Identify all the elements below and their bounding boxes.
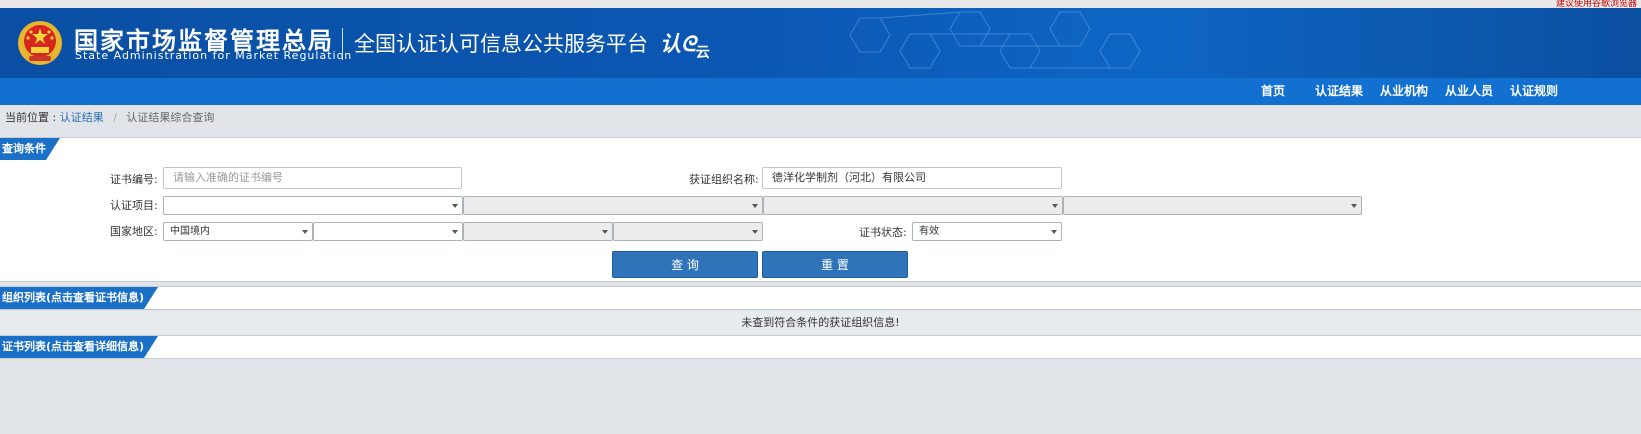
cert-no-placeholder: 请输入准确的证书编号 (173, 171, 283, 184)
nav-item-cert-results[interactable]: 认证结果 (1315, 78, 1363, 105)
logo-swirl-icon: ᘓ (681, 32, 696, 56)
region-select-1[interactable]: 中国境内 (163, 222, 313, 241)
query-form: 证书编号: 请输入准确的证书编号 获证组织名称: 德洋化学制剂（河北）有限公司 … (0, 160, 1641, 282)
logo-text: 认 (660, 32, 681, 56)
org-name-value: 德洋化学制剂（河北）有限公司 (772, 171, 926, 184)
logo-small-text: 云 (695, 45, 710, 61)
chevron-down-icon (752, 204, 758, 208)
nav-item-home[interactable]: 首页 (1261, 78, 1285, 105)
chevron-down-icon (602, 230, 608, 234)
platform-logo: 认ᘓ云 (660, 28, 710, 61)
cert-no-label: 证书编号: (110, 173, 158, 186)
project-select-1[interactable] (163, 196, 463, 215)
region-select-3[interactable] (463, 222, 613, 241)
nav-item-rules[interactable]: 认证规则 (1510, 78, 1558, 105)
region-select-4[interactable] (613, 222, 763, 241)
org-name-label: 获证组织名称: (689, 173, 759, 186)
national-emblem-icon (18, 21, 62, 65)
breadcrumb: 当前位置 : 认证结果 / 认证结果综合查询 (5, 105, 214, 131)
status-select[interactable]: 有效 (912, 222, 1062, 241)
status-select-value: 有效 (919, 226, 939, 237)
region-select-1-value: 中国境内 (170, 226, 210, 237)
agency-title-en: State Administration for Market Regulati… (75, 49, 353, 62)
search-button[interactable]: 查 询 (612, 251, 758, 278)
breadcrumb-link-cert-results[interactable]: 认证结果 (60, 111, 104, 124)
org-list-section-header: 组织列表(点击查看证书信息) (0, 286, 1641, 310)
chevron-down-icon (452, 230, 458, 234)
reset-button[interactable]: 重 置 (762, 251, 908, 278)
chevron-down-icon (752, 230, 758, 234)
project-select-3[interactable] (763, 196, 1063, 215)
nav-item-institutions[interactable]: 从业机构 (1380, 78, 1428, 105)
chevron-down-icon (1052, 204, 1058, 208)
query-section-header: 查询条件 (0, 137, 1641, 161)
org-name-input[interactable]: 德洋化学制剂（河北）有限公司 (762, 167, 1062, 189)
status-label: 证书状态: (859, 226, 907, 239)
breadcrumb-separator: / (113, 111, 117, 124)
chevron-down-icon (1351, 204, 1357, 208)
site-header: 国家市场监督管理总局 State Administration for Mark… (0, 8, 1641, 78)
breadcrumb-current: 认证结果综合查询 (126, 111, 215, 124)
platform-title: 全国认证认可信息公共服务平台 (354, 32, 648, 56)
chevron-down-icon (452, 204, 458, 208)
project-select-4[interactable] (1063, 196, 1362, 215)
hexagon-pattern-decoration (849, 11, 1141, 69)
breadcrumb-prefix: 当前位置 : (5, 111, 57, 124)
chevron-down-icon (1051, 230, 1057, 234)
main-nav: 首页 认证结果 从业机构 从业人员 认证规则 (0, 78, 1641, 105)
no-results-message: 未查到符合条件的获证组织信息! (0, 311, 1641, 334)
project-label: 认证项目: (110, 199, 158, 212)
cert-list-section-header: 证书列表(点击查看详细信息) (0, 335, 1641, 359)
region-select-2[interactable] (313, 222, 463, 241)
org-list-section-tab: 组织列表(点击查看证书信息) (0, 287, 159, 309)
top-strip: 建议使用谷歌浏览器 (0, 0, 1641, 9)
region-label: 国家地区: (110, 225, 158, 238)
chevron-down-icon (302, 230, 308, 234)
nav-item-personnel[interactable]: 从业人员 (1445, 78, 1493, 105)
query-section-tab: 查询条件 (0, 138, 60, 160)
cert-list-section-tab: 证书列表(点击查看详细信息) (0, 336, 159, 358)
project-select-2[interactable] (463, 196, 763, 215)
header-divider (342, 28, 343, 60)
cert-no-input[interactable]: 请输入准确的证书编号 (163, 167, 462, 189)
